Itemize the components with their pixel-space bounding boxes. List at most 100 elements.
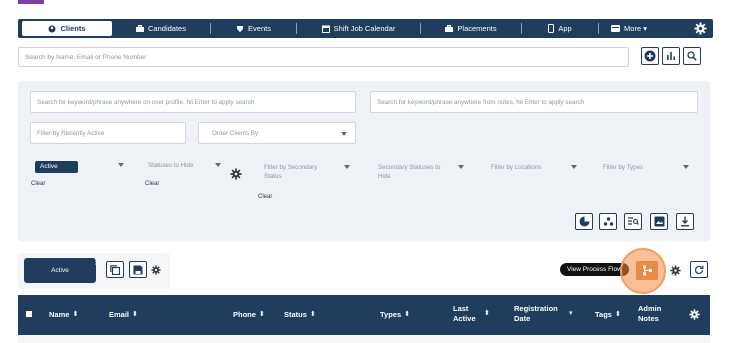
- briefcase-icon: [136, 25, 145, 32]
- column-label: Email: [109, 310, 130, 319]
- copy-filter-button[interactable]: [106, 261, 124, 278]
- tooltip: View Process Flow: [560, 263, 629, 276]
- pie-chart-icon: [579, 216, 589, 227]
- tab-app[interactable]: App: [522, 21, 598, 36]
- chevron-down-icon: [683, 165, 689, 169]
- column-label: Status: [284, 310, 307, 319]
- select-all-checkbox[interactable]: [26, 311, 32, 317]
- save-filter-button[interactable]: [129, 261, 147, 278]
- select-label: Filter by Locations: [491, 164, 542, 171]
- sort-icon: ⬍: [258, 311, 265, 318]
- tab-candidates[interactable]: Candidates: [112, 21, 210, 36]
- gear-icon[interactable]: [151, 265, 161, 275]
- pie-chart-button[interactable]: [575, 213, 593, 230]
- column-label: Last Active: [453, 304, 476, 323]
- select-label: Secondary Statuses to Hide: [378, 164, 441, 180]
- view-process-flow-button[interactable]: [636, 261, 658, 280]
- chevron-down-icon: [118, 163, 124, 167]
- types-select[interactable]: Filter by Types: [597, 160, 695, 185]
- column-label: Tags: [595, 310, 612, 319]
- column-email[interactable]: Email ⬍: [109, 310, 138, 320]
- notes-keyword-search[interactable]: Search for keyword/phrase anywhere from …: [370, 91, 698, 113]
- clear-statuses-link[interactable]: Clear: [145, 181, 159, 187]
- sort-icon: ⬍: [404, 311, 410, 318]
- statuses-hide-select[interactable]: Statuses to Hide: [142, 158, 227, 183]
- image-icon: [654, 216, 664, 227]
- refresh-button[interactable]: [690, 261, 708, 278]
- locations-select[interactable]: Filter by Locations: [485, 160, 583, 185]
- profile-keyword-search[interactable]: Search for keyword/phrase anywhere on us…: [30, 91, 356, 113]
- column-last-active[interactable]: Last Active ⬍: [453, 304, 501, 324]
- sort-icon: ⬍: [309, 311, 316, 318]
- saved-filter-active[interactable]: Active: [24, 258, 96, 283]
- status-chip[interactable]: Active: [35, 161, 78, 173]
- search-icon: [687, 51, 697, 61]
- column-tags[interactable]: Tags ⬍: [595, 310, 621, 320]
- tab-events[interactable]: Events: [211, 21, 296, 36]
- image-export-button[interactable]: [650, 213, 668, 230]
- column-status[interactable]: Status ⬍: [284, 310, 316, 320]
- sort-icon: ⬍: [614, 311, 621, 318]
- gear-icon[interactable]: [689, 309, 700, 320]
- column-label: Registration Date: [514, 304, 558, 323]
- stats-button[interactable]: [662, 47, 680, 65]
- copy-icon: [110, 264, 120, 275]
- gear-icon[interactable]: [230, 168, 242, 180]
- chevron-down-icon: [458, 165, 464, 169]
- download-icon: [681, 216, 689, 227]
- phone-icon: [548, 24, 555, 33]
- kebab-menu-icon[interactable]: ⋮: [92, 258, 99, 266]
- sort-icon: ⬍: [72, 311, 79, 318]
- clear-secondary-link[interactable]: Clear: [258, 194, 272, 200]
- select-label: Filter by Secondary Status: [264, 164, 318, 180]
- search-button[interactable]: [683, 47, 701, 65]
- tab-shift-job-calendar[interactable]: Shift Job Calendar: [297, 21, 420, 36]
- dots-cluster-icon: [603, 217, 613, 226]
- people-icon: [48, 25, 56, 32]
- column-label: Admin Notes: [638, 304, 662, 323]
- table-row: [18, 335, 710, 343]
- add-button[interactable]: [641, 47, 659, 65]
- main-nav: Clients Candidates Events Shift Job Cale…: [18, 19, 713, 38]
- tab-label: Clients: [60, 24, 86, 33]
- column-admin-notes: Admin Notes: [638, 304, 672, 324]
- tab-label: Placements: [457, 24, 497, 33]
- chevron-down-icon: [215, 163, 221, 167]
- chevron-down-icon: [571, 165, 577, 169]
- settings-gear-icon[interactable]: [694, 22, 707, 35]
- tab-clients[interactable]: Clients: [22, 21, 112, 36]
- chevron-down-icon: [344, 165, 350, 169]
- gear-icon[interactable]: [670, 265, 681, 276]
- recently-active-filter[interactable]: Filter by Recently Active: [30, 122, 186, 144]
- briefcase-icon: [445, 25, 454, 32]
- order-by-select[interactable]: Order Clients By: [198, 122, 356, 144]
- tab-label: More ▾: [624, 24, 647, 33]
- tab-more[interactable]: More ▾: [599, 21, 659, 36]
- refresh-icon: [694, 265, 704, 274]
- select-label: Statuses to Hide: [148, 162, 194, 169]
- card-icon: [611, 25, 621, 32]
- column-phone[interactable]: Phone ⬍: [233, 310, 265, 320]
- tab-placements[interactable]: Placements: [421, 21, 521, 36]
- tab-label: Candidates: [148, 24, 186, 33]
- select-label: Filter by Types: [603, 164, 644, 171]
- cluster-button[interactable]: [599, 213, 617, 230]
- clear-status-link[interactable]: Clear: [31, 181, 45, 187]
- calendar-icon: [321, 25, 330, 33]
- table-header: Name ⬍ Email ⬍ Phone ⬍ Status ⬍ Types ⬍ Last …: [18, 295, 710, 335]
- sort-icon: ⬍: [484, 310, 490, 317]
- list-search-button[interactable]: [624, 213, 642, 230]
- download-button[interactable]: [676, 213, 694, 230]
- sort-icon: ▾: [569, 310, 573, 317]
- process-flow-icon: [642, 265, 652, 276]
- list-search-icon: [627, 217, 639, 225]
- bar-chart-icon: [667, 52, 675, 60]
- brand-strip: [18, 0, 44, 4]
- column-registration-date[interactable]: Registration Date ▾: [514, 304, 582, 324]
- secondary-status-select[interactable]: Filter by Secondary Status: [258, 160, 356, 185]
- column-name[interactable]: Name ⬍: [49, 310, 78, 320]
- column-label: Types: [380, 310, 402, 319]
- secondary-hide-select[interactable]: Secondary Statuses to Hide: [372, 160, 470, 185]
- column-types[interactable]: Types ⬍: [380, 310, 410, 320]
- search-input[interactable]: Search by Name, Email or Phone Number: [18, 47, 629, 67]
